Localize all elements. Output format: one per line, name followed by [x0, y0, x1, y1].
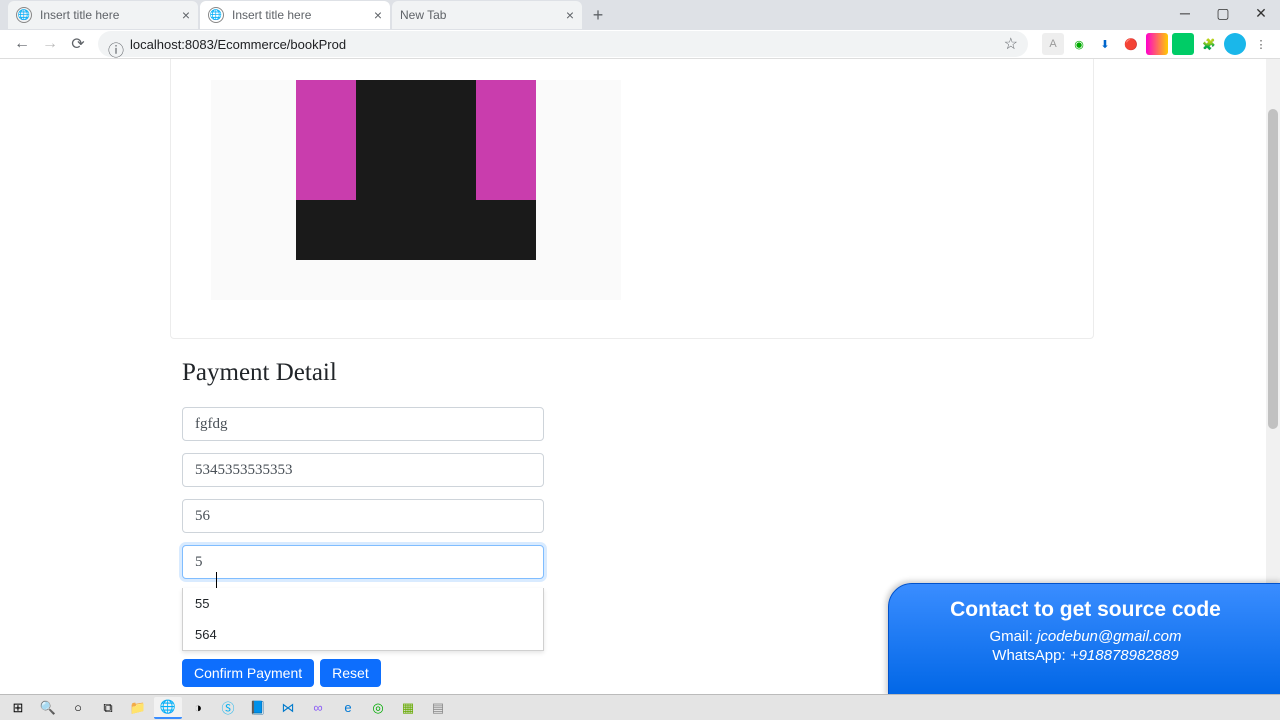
cardholder-name-input[interactable]	[182, 407, 544, 441]
contact-gmail: Gmail: jcodebun@gmail.com	[889, 628, 1280, 645]
gmail-label: Gmail:	[990, 628, 1038, 645]
ext-icon[interactable]: A	[1042, 33, 1064, 55]
globe-icon: 🌐	[208, 7, 224, 23]
new-tab-button[interactable]: +	[584, 1, 612, 29]
tab-title: New Tab	[400, 8, 566, 22]
app-icon[interactable]: ◎	[364, 697, 392, 719]
file-explorer-icon[interactable]: 📁	[124, 697, 152, 719]
reload-button[interactable]: ⟳	[64, 30, 92, 58]
url-input[interactable]	[130, 37, 998, 52]
cortana-icon[interactable]: ○	[64, 697, 92, 719]
whatsapp-label: WhatsApp:	[992, 647, 1070, 664]
ext-icon[interactable]: 🔴	[1120, 33, 1142, 55]
skype-icon[interactable]: Ⓢ	[214, 697, 242, 719]
back-button[interactable]: ←	[8, 30, 36, 58]
window-maximize[interactable]: ▢	[1204, 0, 1242, 26]
profile-avatar[interactable]	[1224, 33, 1246, 55]
contact-source-code-box: Contact to get source code Gmail: jcodeb…	[888, 583, 1280, 698]
app-icon[interactable]: ▤	[424, 697, 452, 719]
contact-whatsapp: WhatsApp: +918878982889	[889, 647, 1280, 664]
extensions: A ◉ ⬇ 🔴 🧩 ⋮	[1042, 33, 1272, 55]
vscode-icon[interactable]: ⋈	[274, 697, 302, 719]
ext-icon[interactable]: ⬇	[1094, 33, 1116, 55]
bookmark-star-icon[interactable]: ☆	[1004, 34, 1018, 54]
cvv-input[interactable]	[182, 545, 544, 579]
ext-icon[interactable]	[1146, 33, 1168, 55]
autocomplete-option[interactable]: 564	[183, 619, 543, 650]
tab-bar: 🌐 Insert title here × 🌐 Insert title her…	[0, 0, 1280, 30]
menu-icon[interactable]: ⋮	[1250, 33, 1272, 55]
whatsapp-value: +918878982889	[1070, 647, 1179, 664]
jacket-image	[276, 80, 556, 300]
address-bar: ← → ⟳ ⓘ ☆ A ◉ ⬇ 🔴 🧩 ⋮	[0, 30, 1280, 59]
window-controls: ─ ▢ ✕	[1166, 0, 1280, 26]
browser-tab-0[interactable]: 🌐 Insert title here ×	[8, 1, 198, 29]
visualstudio-icon[interactable]: ∞	[304, 697, 332, 719]
close-icon[interactable]: ×	[566, 7, 574, 23]
product-card	[170, 59, 1094, 339]
info-icon: ⓘ	[108, 37, 122, 51]
autocomplete-dropdown: 55 564	[182, 588, 544, 651]
expiry-input[interactable]	[182, 499, 544, 533]
payment-heading: Payment Detail	[182, 359, 882, 387]
gmail-value: jcodebun@gmail.com	[1037, 628, 1181, 645]
globe-icon: 🌐	[16, 7, 32, 23]
close-icon[interactable]: ×	[374, 7, 382, 23]
forward-button[interactable]: →	[36, 30, 64, 58]
browser-tab-2[interactable]: New Tab ×	[392, 1, 582, 29]
window-close[interactable]: ✕	[1242, 0, 1280, 26]
task-view-icon[interactable]: ⧉	[94, 697, 122, 719]
payment-section: Payment Detail 55 564 Confirm Payment Re…	[182, 359, 882, 687]
ext-icon[interactable]	[1172, 33, 1194, 55]
start-button[interactable]: ⊞	[4, 697, 32, 719]
window-minimize[interactable]: ─	[1166, 0, 1204, 26]
search-icon[interactable]: 🔍	[34, 697, 62, 719]
windows-taskbar: ⊞ 🔍 ○ ⧉ 📁 🌐 ◑ Ⓢ 📘 ⋈ ∞ e ◎ ▦ ▤	[0, 694, 1280, 720]
eclipse-icon[interactable]: ◑	[184, 697, 212, 719]
edge-icon[interactable]: e	[334, 697, 362, 719]
scrollbar-thumb[interactable]	[1268, 109, 1278, 429]
notepad-icon[interactable]: 📘	[244, 697, 272, 719]
card-number-input[interactable]	[182, 453, 544, 487]
close-icon[interactable]: ×	[182, 7, 190, 23]
contact-title: Contact to get source code	[889, 598, 1280, 622]
ext-icon[interactable]: ◉	[1068, 33, 1090, 55]
browser-chrome: ─ ▢ ✕ 🌐 Insert title here × 🌐 Insert tit…	[0, 0, 1280, 59]
url-box[interactable]: ⓘ ☆	[98, 31, 1028, 57]
app-icon[interactable]: ▦	[394, 697, 422, 719]
extensions-icon[interactable]: 🧩	[1198, 33, 1220, 55]
tab-title: Insert title here	[232, 8, 374, 22]
product-image	[211, 80, 621, 300]
reset-button[interactable]: Reset	[320, 659, 381, 687]
form-buttons: Confirm Payment Reset	[182, 659, 882, 687]
autocomplete-option[interactable]: 55	[183, 588, 543, 619]
confirm-payment-button[interactable]: Confirm Payment	[182, 659, 314, 687]
tab-title: Insert title here	[40, 8, 182, 22]
chrome-icon[interactable]: 🌐	[154, 697, 182, 719]
browser-tab-1[interactable]: 🌐 Insert title here ×	[200, 1, 390, 29]
